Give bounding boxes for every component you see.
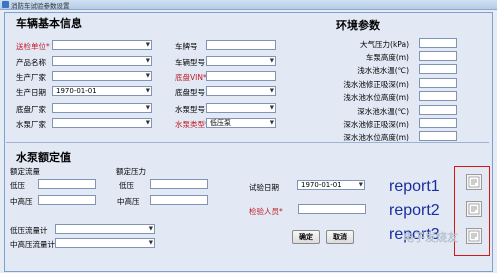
test-date-picker[interactable]: 1970-01-01 ▼ (297, 180, 365, 190)
pump-model-select[interactable]: ▼ (206, 103, 276, 113)
midhigh-flow-label: 中高压 (10, 197, 33, 206)
env-deep-temp-label: 深水池水温(℃) (357, 107, 409, 116)
submit-unit-label: 送检单位* (16, 42, 50, 51)
rated-flow-header: 额定流量 (10, 167, 40, 176)
chevron-down-icon: ▼ (145, 105, 150, 111)
chevron-down-icon: ▼ (148, 240, 153, 246)
env-shallow-suction-input[interactable] (419, 78, 457, 88)
low-flow-input[interactable] (38, 179, 96, 189)
chassis-manufacturer-label: 底盘厂家 (16, 105, 46, 114)
env-section-title: 环境参数 (336, 19, 380, 32)
midhigh-flowmeter-select[interactable]: ▼ (55, 238, 155, 248)
product-name-select[interactable]: ▼ (52, 56, 152, 66)
chevron-down-icon: ▼ (145, 42, 150, 48)
pump-type-select[interactable]: 低压泵 ▼ (206, 118, 276, 128)
midhigh-flowmeter-label: 中高压流量计 (10, 240, 55, 249)
midhigh-flow-input[interactable] (38, 195, 96, 205)
env-pressure-input[interactable] (419, 38, 457, 48)
midhigh-pressure-label: 中高压 (117, 197, 140, 206)
chevron-down-icon: ▼ (145, 88, 150, 94)
env-shallow-suction-label: 浅水池修正吸深(m) (343, 80, 409, 89)
env-pressure-label: 大气压力(kPa) (360, 40, 409, 49)
chevron-down-icon: ▼ (145, 58, 150, 64)
manufacturer-select[interactable]: ▼ (52, 71, 152, 81)
chevron-down-icon: ▼ (269, 120, 274, 126)
inspector-input[interactable] (298, 204, 366, 214)
chassis-manufacturer-select[interactable]: ▼ (52, 103, 152, 113)
report1-annotation: report1 (389, 178, 440, 195)
env-pump-height-label: 车泵高度(m) (365, 53, 409, 62)
chevron-down-icon: ▼ (148, 226, 153, 232)
low-flow-label: 低压 (10, 181, 25, 190)
pump-manufacturer-select[interactable]: ▼ (52, 118, 152, 128)
env-shallow-level-input[interactable] (419, 91, 457, 101)
report1-icon[interactable] (466, 174, 482, 190)
chevron-down-icon: ▼ (145, 120, 150, 126)
chassis-vin-label: 底盘VIN* (175, 73, 207, 82)
production-date-label: 生产日期 (16, 88, 46, 97)
env-deep-suction-label: 深水池修正吸深(m) (343, 120, 409, 129)
vehicle-section-title: 车辆基本信息 (16, 17, 82, 30)
midhigh-pressure-input[interactable] (150, 195, 208, 205)
low-flowmeter-select[interactable]: ▼ (55, 224, 155, 234)
chassis-model-select[interactable]: ▼ (206, 86, 276, 96)
pump-section-title: 水泵额定值 (16, 151, 71, 164)
chassis-vin-input[interactable] (206, 71, 276, 81)
report2-icon[interactable] (466, 201, 482, 217)
chassis-model-label: 底盘型号 (175, 88, 205, 97)
confirm-button[interactable]: 确定 (292, 230, 320, 244)
chevron-down-icon: ▼ (145, 73, 150, 79)
vehicle-model-label: 车辆型号 (175, 58, 205, 67)
pump-model-label: 水泵型号 (175, 105, 205, 114)
product-name-label: 产品名称 (16, 58, 46, 67)
inspector-label: 检验人员* (249, 207, 283, 216)
chevron-down-icon: ▼ (358, 182, 363, 188)
env-shallow-temp-input[interactable] (419, 64, 457, 74)
test-date-label: 试验日期 (249, 183, 279, 192)
window-title: 消防车试验参数设置 (11, 2, 70, 10)
app-icon (2, 1, 9, 8)
pump-type-label: 水泵类型* (175, 120, 209, 129)
plate-number-label: 车牌号 (175, 42, 198, 51)
chevron-down-icon: ▼ (269, 58, 274, 64)
low-pressure-input[interactable] (150, 179, 208, 189)
manufacturer-label: 生产厂家 (16, 73, 46, 82)
submit-unit-select[interactable]: ▼ (52, 40, 152, 50)
pump-manufacturer-label: 水泵厂家 (16, 120, 46, 129)
cancel-button[interactable]: 取消 (326, 230, 354, 244)
low-pressure-label: 低压 (119, 181, 134, 190)
section-divider (6, 142, 489, 143)
env-deep-level-input[interactable] (419, 131, 457, 141)
vehicle-model-select[interactable]: ▼ (206, 56, 276, 66)
low-flowmeter-label: 低压流量计 (10, 226, 48, 235)
env-shallow-temp-label: 浅水池水温(℃) (357, 66, 409, 75)
watermark: 电子发烧友 (403, 231, 458, 244)
env-shallow-level-label: 浅水池水位高度(m) (343, 93, 409, 102)
env-deep-temp-input[interactable] (419, 105, 457, 115)
chevron-down-icon: ▼ (269, 88, 274, 94)
report2-annotation: report2 (389, 202, 440, 219)
title-bar (0, 0, 497, 10)
env-deep-suction-input[interactable] (419, 118, 457, 128)
env-pump-height-input[interactable] (419, 51, 457, 61)
production-date-picker[interactable]: 1970-01-01 ▼ (52, 86, 152, 96)
chevron-down-icon: ▼ (269, 105, 274, 111)
report3-icon[interactable] (466, 228, 482, 244)
plate-number-input[interactable] (206, 40, 276, 50)
rated-pressure-header: 额定压力 (116, 167, 146, 176)
